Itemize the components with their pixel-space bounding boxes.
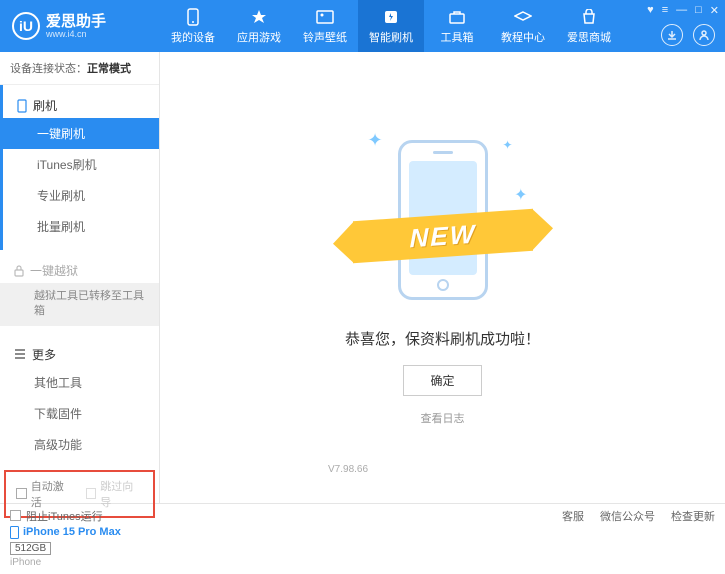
footer-support-link[interactable]: 客服 — [562, 508, 584, 524]
phone-icon — [184, 8, 202, 26]
sidebar-item-other-tools[interactable]: 其他工具 — [0, 367, 159, 398]
phone-small-icon — [17, 99, 27, 113]
nav-toolbox[interactable]: 工具箱 — [424, 0, 490, 52]
maximize-icon[interactable]: □ — [695, 4, 702, 17]
graduation-icon — [514, 8, 532, 26]
footer-wechat-link[interactable]: 微信公众号 — [600, 508, 655, 524]
settings-icon[interactable]: ≡ — [662, 4, 668, 17]
sidebar-jailbreak-note: 越狱工具已转移至工具箱 — [0, 283, 159, 326]
success-message: 恭喜您，保资料刷机成功啦！ — [345, 328, 540, 349]
list-icon — [14, 349, 26, 359]
download-button[interactable] — [661, 24, 683, 46]
sidebar-item-oneclick-flash[interactable]: 一键刷机 — [3, 118, 159, 149]
sidebar-more-header[interactable]: 更多 — [0, 342, 159, 367]
storage-badge: 512GB — [10, 542, 51, 555]
app-title: 爱思助手 — [46, 14, 106, 29]
logo-icon: iU — [12, 12, 40, 40]
sidebar: 设备连接状态：正常模式 刷机 一键刷机 iTunes刷机 专业刷机 批量刷机 一… — [0, 52, 160, 503]
header-actions — [661, 24, 715, 46]
lock-icon — [14, 265, 24, 277]
window-controls: ♥ ≡ — □ ✕ — [647, 4, 719, 17]
connection-status: 设备连接状态：正常模式 — [0, 52, 159, 85]
user-button[interactable] — [693, 24, 715, 46]
image-icon — [316, 8, 334, 26]
device-type: iPhone — [10, 557, 149, 568]
sidebar-item-download-firmware[interactable]: 下载固件 — [0, 398, 159, 429]
minimize-icon[interactable]: — — [676, 4, 687, 17]
nav-my-device[interactable]: 我的设备 — [160, 0, 226, 52]
nav-apps[interactable]: 应用游戏 — [226, 0, 292, 52]
app-icon — [250, 8, 268, 26]
star-icon: ✦ — [502, 138, 512, 152]
nav-store[interactable]: 爱思商城 — [556, 0, 622, 52]
block-itunes-label: 阻止iTunes运行 — [26, 508, 103, 524]
footer-update-link[interactable]: 检查更新 — [671, 508, 715, 524]
star-icon: ✦ — [514, 185, 527, 205]
store-icon — [580, 8, 598, 26]
toolbox-icon — [448, 8, 466, 26]
view-log-link[interactable]: 查看日志 — [421, 410, 465, 426]
skip-setup-checkbox[interactable]: 跳过向导 — [86, 478, 144, 510]
close-icon[interactable]: ✕ — [710, 4, 719, 17]
new-ribbon: NEW — [353, 208, 533, 263]
app-header: iU 爱思助手 www.i4.cn 我的设备 应用游戏 铃声壁纸 智能刷机 工具… — [0, 0, 725, 52]
sidebar-item-pro-flash[interactable]: 专业刷机 — [3, 180, 159, 211]
app-url: www.i4.cn — [46, 29, 106, 39]
menu-icon[interactable]: ♥ — [647, 4, 654, 17]
nav-smart-flash[interactable]: 智能刷机 — [358, 0, 424, 52]
nav-tutorial[interactable]: 教程中心 — [490, 0, 556, 52]
main-nav: 我的设备 应用游戏 铃声壁纸 智能刷机 工具箱 教程中心 爱思商城 — [160, 0, 622, 52]
device-name[interactable]: iPhone 15 Pro Max — [10, 526, 149, 539]
sidebar-item-itunes-flash[interactable]: iTunes刷机 — [3, 149, 159, 180]
ok-button[interactable]: 确定 — [403, 365, 481, 396]
main-content: ✦ ✦ ✦ NEW 恭喜您，保资料刷机成功啦！ 确定 查看日志 V7.98.66 — [160, 52, 725, 503]
device-phone-icon — [10, 526, 19, 539]
nav-ringtones[interactable]: 铃声壁纸 — [292, 0, 358, 52]
star-icon: ✦ — [368, 130, 383, 151]
flash-icon — [382, 8, 400, 26]
sidebar-item-advanced[interactable]: 高级功能 — [0, 429, 159, 460]
sidebar-item-batch-flash[interactable]: 批量刷机 — [3, 211, 159, 242]
logo-area: iU 爱思助手 www.i4.cn — [0, 12, 160, 40]
version-label: V7.98.66 — [328, 464, 368, 475]
device-info: iPhone 15 Pro Max 512GB iPhone — [0, 520, 159, 574]
sidebar-flash-header[interactable]: 刷机 — [3, 93, 159, 118]
sidebar-jailbreak-header: 一键越狱 — [0, 258, 159, 283]
success-illustration: ✦ ✦ ✦ NEW — [343, 130, 543, 310]
block-itunes-checkbox[interactable] — [10, 510, 21, 521]
auto-activate-checkbox[interactable]: 自动激活 — [16, 478, 74, 510]
